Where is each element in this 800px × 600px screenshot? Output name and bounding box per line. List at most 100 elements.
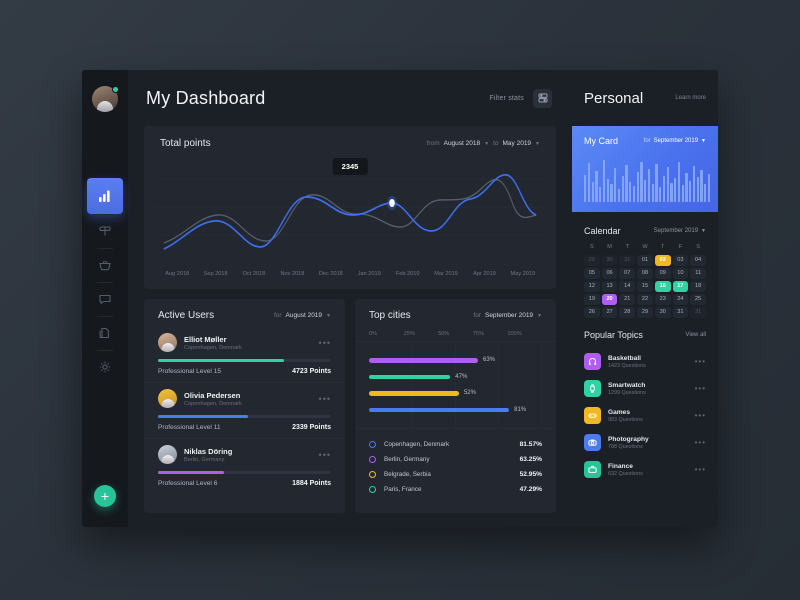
topic-name: Games (608, 409, 643, 416)
topic-row[interactable]: Smartwatch 1299 Questions ••• (584, 375, 706, 402)
more-dots-icon[interactable]: ••• (695, 359, 706, 364)
calendar-day[interactable]: 27 (602, 307, 618, 318)
sidebar-item-messages[interactable] (82, 282, 128, 316)
calendar-day[interactable]: 06 (602, 268, 618, 279)
chevron-down-icon[interactable]: ▼ (484, 141, 489, 147)
spark-bar (659, 187, 661, 202)
more-dots-icon[interactable]: ••• (695, 440, 706, 445)
user-location: Berlin, Germany (184, 457, 232, 463)
calendar-day[interactable]: 29 (584, 255, 600, 266)
chevron-down-icon[interactable]: ▼ (326, 313, 331, 319)
spark-bar (674, 178, 676, 202)
right-panel-header: Personal Learn more (572, 70, 718, 126)
more-dots-icon[interactable]: ••• (695, 467, 706, 472)
calendar-day[interactable]: 28 (619, 307, 635, 318)
calendar-day[interactable]: 20 (602, 294, 618, 305)
more-dots-icon[interactable]: ••• (695, 386, 706, 391)
calendar-month[interactable]: September 2019 ▼ (654, 228, 706, 234)
spark-bar (622, 176, 624, 202)
calendar-day[interactable]: 01 (637, 255, 653, 266)
calendar-day[interactable]: 15 (637, 281, 653, 292)
calendar-day[interactable]: 30 (602, 255, 618, 266)
calendar-day[interactable]: 21 (619, 294, 635, 305)
user-row[interactable]: Olivia Pedersen Copenhagen, Denmark ••• … (144, 382, 345, 438)
topics-header: Popular Topics View all (584, 326, 706, 348)
add-button[interactable]: + (94, 485, 116, 507)
spark-bar (584, 175, 586, 202)
calendar-day[interactable]: 04 (690, 255, 706, 266)
spark-bar (607, 179, 609, 202)
calendar-day[interactable]: 12 (584, 281, 600, 292)
sidebar-item-shop[interactable] (82, 248, 128, 282)
calendar-day[interactable]: 05 (584, 268, 600, 279)
calendar-day[interactable]: 14 (619, 281, 635, 292)
topic-row[interactable]: Finance 632 Questions ••• (584, 456, 706, 483)
user-footer: Professional Level 11 2339 Points (158, 424, 331, 431)
my-card: My Card for September 2019 ▼ (572, 126, 718, 212)
user-points: 1884 Points (292, 480, 331, 487)
learn-more-link[interactable]: Learn more (675, 95, 706, 101)
active-users-card: Active Users for August 2019 ▼ Elliot Mø… (144, 299, 345, 513)
gamepad-icon (584, 407, 601, 424)
calendar-day[interactable]: 10 (673, 268, 689, 279)
filter-stats-button[interactable] (533, 89, 552, 108)
view-all-link[interactable]: View all (685, 332, 706, 338)
calendar-day[interactable]: 29 (637, 307, 653, 318)
calendar-day[interactable]: 16 (655, 281, 671, 292)
for-label: for (644, 138, 651, 144)
more-dots-icon[interactable]: ••• (319, 340, 331, 346)
calendar-day[interactable]: 07 (619, 268, 635, 279)
user-header: Elliot Møller Copenhagen, Denmark ••• (158, 333, 331, 352)
more-dots-icon[interactable]: ••• (695, 413, 706, 418)
user-row[interactable]: Elliot Møller Copenhagen, Denmark ••• Pr… (144, 327, 345, 382)
calendar-day[interactable]: 08 (637, 268, 653, 279)
topic-row[interactable]: Photography 788 Questions ••• (584, 429, 706, 456)
chevron-down-icon[interactable]: ▼ (535, 141, 540, 147)
calendar-day[interactable]: 03 (673, 255, 689, 266)
from-value[interactable]: August 2018 (444, 140, 481, 147)
progress-fill (158, 415, 248, 418)
for-value[interactable]: August 2019 (286, 312, 323, 319)
calendar-day[interactable]: 30 (655, 307, 671, 318)
headphones-icon (584, 353, 601, 370)
calendar-day[interactable]: 11 (690, 268, 706, 279)
spark-bar (689, 181, 691, 202)
online-status-dot (112, 86, 119, 93)
calendar-day[interactable]: 17 (673, 281, 689, 292)
my-card-period: for September 2019 ▼ (644, 138, 706, 144)
more-dots-icon[interactable]: ••• (319, 396, 331, 402)
more-dots-icon[interactable]: ••• (319, 452, 331, 458)
sidebar-item-stats[interactable] (87, 178, 123, 214)
right-panel: Personal Learn more My Card for Septembe… (572, 70, 718, 527)
topic-row[interactable]: Basketball 1423 Questions ••• (584, 348, 706, 375)
sidebar-item-files[interactable] (82, 316, 128, 350)
calendar-day[interactable]: 31 (619, 255, 635, 266)
calendar-day[interactable]: 22 (637, 294, 653, 305)
calendar-day[interactable]: 25 (690, 294, 706, 305)
chevron-down-icon[interactable]: ▼ (701, 138, 706, 144)
legend-row: Belgrade, Serbia 52.95% (369, 467, 542, 482)
for-value[interactable]: September 2019 (485, 312, 533, 319)
avatar[interactable] (92, 86, 118, 112)
sidebar-nav (82, 178, 128, 384)
sidebar-item-places[interactable] (82, 214, 128, 248)
calendar-day[interactable]: 18 (690, 281, 706, 292)
calendar-day[interactable]: 23 (655, 294, 671, 305)
calendar-day[interactable]: 13 (602, 281, 618, 292)
calendar-day[interactable]: 02 (655, 255, 671, 266)
topic-row[interactable]: Games 983 Questions ••• (584, 402, 706, 429)
user-row[interactable]: Niklas Döring Berlin, Germany ••• Profes… (144, 438, 345, 494)
sidebar-item-settings[interactable] (82, 350, 128, 384)
spark-bar (595, 171, 597, 202)
calendar-day[interactable]: 31 (690, 307, 706, 318)
points-line (164, 175, 536, 249)
calendar-day[interactable]: 09 (655, 268, 671, 279)
chevron-down-icon[interactable]: ▼ (537, 313, 542, 319)
user-points: 4723 Points (292, 368, 331, 375)
calendar-day[interactable]: 31 (673, 307, 689, 318)
calendar-day[interactable]: 24 (673, 294, 689, 305)
to-value[interactable]: May 2019 (503, 140, 532, 147)
for-value[interactable]: September 2019 (654, 138, 698, 144)
calendar-day[interactable]: 19 (584, 294, 600, 305)
calendar-day[interactable]: 26 (584, 307, 600, 318)
